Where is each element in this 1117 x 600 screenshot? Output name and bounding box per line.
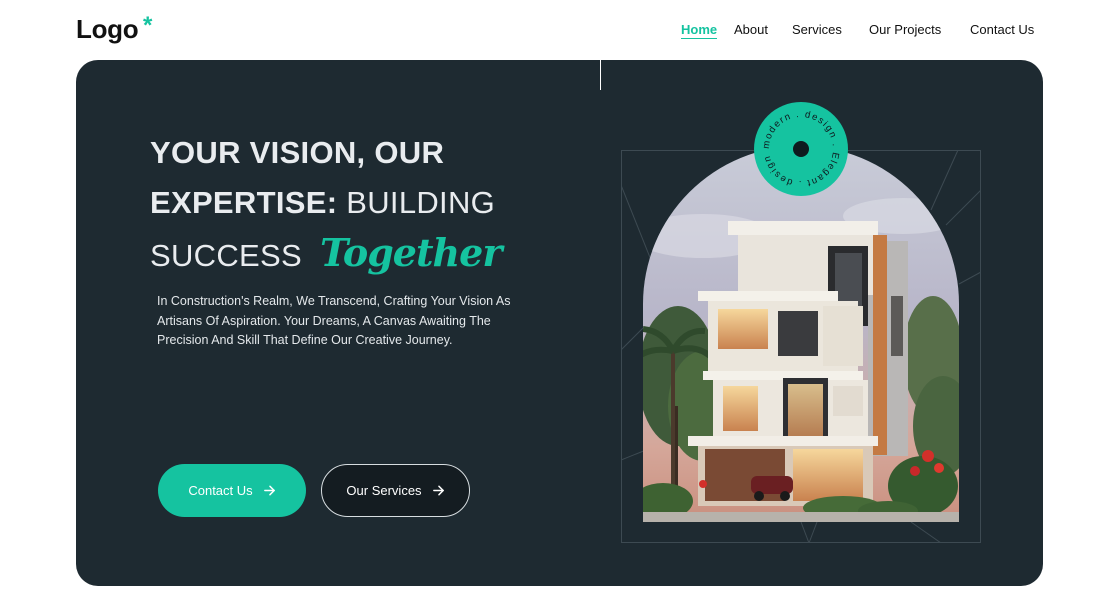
nav-services[interactable]: Services [792, 22, 842, 37]
arrow-right-icon [263, 485, 275, 496]
nav-contact-us[interactable]: Contact Us [970, 22, 1034, 37]
hero-description: In Construction's Realm, We Transcend, C… [157, 294, 511, 347]
hero-section: YOUR VISION, OUR EXPERTISE: BUILDING SUC… [76, 60, 1043, 586]
headline-line-2-light: BUILDING [346, 185, 496, 220]
headline-line-2-bold: EXPERTISE: [150, 185, 338, 220]
our-services-button-label: Our Services [346, 483, 422, 498]
modern-house-illustration [643, 146, 959, 522]
nav-our-projects[interactable]: Our Projects [869, 22, 941, 37]
badge-center-dot [793, 141, 809, 157]
hero-headline: YOUR VISION, OUR EXPERTISE: BUILDING SUC… [150, 128, 570, 281]
headline-script-word: Together [319, 230, 502, 275]
headline-line-3: SUCCESS [150, 238, 302, 273]
headline-line-1: YOUR VISION, OUR [150, 135, 445, 170]
main-nav: Home About Services Our Projects Contact… [0, 22, 1117, 42]
contact-us-button-label: Contact Us [188, 483, 253, 498]
site-header: Logo * Home About Services Our Projects … [0, 0, 1117, 60]
contact-us-button[interactable]: Contact Us [158, 464, 306, 517]
house-image [643, 146, 959, 522]
badge-ring-text: modern . design . Elegant . design . [752, 94, 840, 189]
hero-seam [600, 60, 601, 90]
nav-about[interactable]: About [734, 22, 768, 37]
nav-home[interactable]: Home [681, 22, 718, 39]
our-services-button[interactable]: Our Services [321, 464, 470, 517]
rotating-badge: modern . design . Elegant . design . [752, 94, 848, 196]
arrow-right-icon [432, 485, 444, 496]
